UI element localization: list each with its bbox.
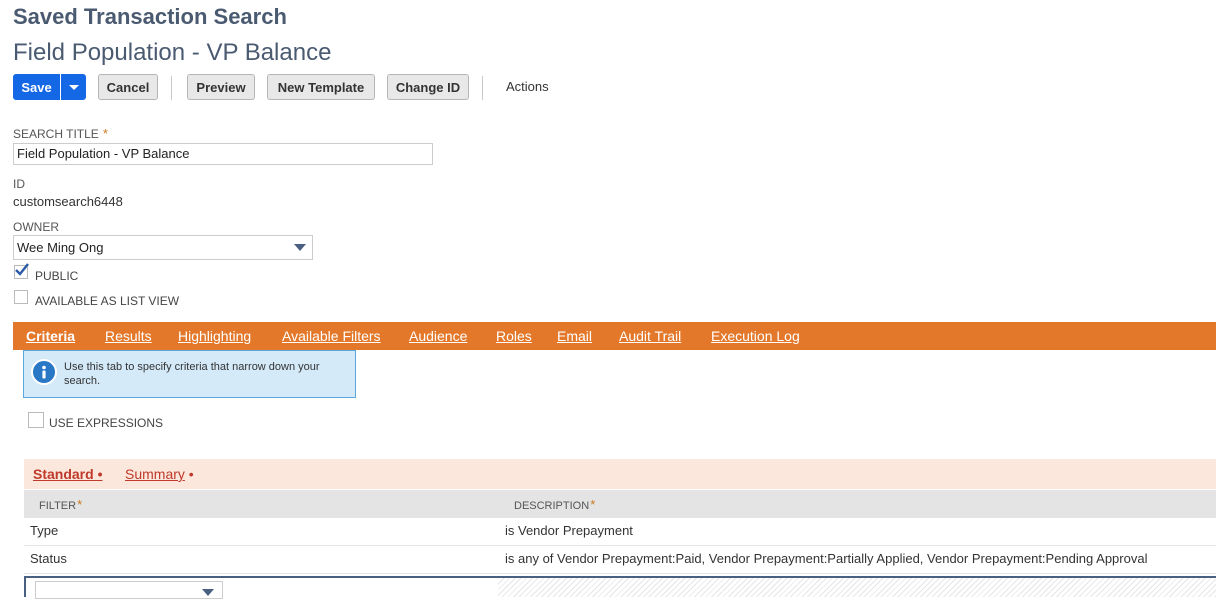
subtab-summary-bullet: •	[188, 466, 194, 482]
new-filter-cell	[24, 578, 498, 599]
cancel-button[interactable]: Cancel	[98, 74, 158, 100]
description-header-text: DESCRIPTION	[514, 500, 590, 512]
id-label: ID	[13, 177, 25, 191]
toolbar-divider	[171, 76, 172, 100]
new-criteria-row	[24, 576, 1216, 599]
subtab-summary-label: Summary	[125, 466, 185, 482]
description-cell: is any of Vendor Prepayment:Paid, Vendor…	[505, 551, 1148, 566]
table-row[interactable]: Type is Vendor Prepayment	[24, 518, 1216, 546]
preview-button[interactable]: Preview	[187, 74, 255, 100]
save-button[interactable]: Save	[13, 74, 60, 100]
search-title-label-text: SEARCH TITLE	[13, 127, 99, 141]
tab-available-filters[interactable]: Available Filters	[282, 322, 381, 350]
tab-results[interactable]: Results	[105, 322, 152, 350]
id-value: customsearch6448	[13, 194, 123, 209]
public-checkbox[interactable]	[14, 263, 29, 279]
info-message: Use this tab to specify criteria that na…	[23, 350, 356, 398]
tab-audience[interactable]: Audience	[409, 322, 467, 350]
tab-roles[interactable]: Roles	[496, 322, 532, 350]
table-row[interactable]: Status is any of Vendor Prepayment:Paid,…	[24, 546, 1216, 574]
tab-bar: Criteria Results Highlighting Available …	[13, 322, 1216, 350]
checkmark-icon	[15, 263, 29, 276]
owner-label: OWNER	[13, 220, 59, 234]
info-icon	[31, 359, 57, 385]
subtab-standard[interactable]: Standard •	[33, 459, 102, 489]
subtab-summary[interactable]: Summary •	[125, 459, 194, 489]
use-expressions-checkbox[interactable]	[28, 412, 44, 428]
chevron-down-icon	[202, 589, 214, 596]
tab-criteria[interactable]: Criteria	[26, 322, 75, 350]
search-title-input[interactable]: Field Population - VP Balance	[13, 143, 433, 165]
record-title: Field Population - VP Balance	[13, 39, 332, 66]
required-asterisk: *	[77, 497, 83, 512]
use-expressions-label: USE EXPRESSIONS	[49, 416, 164, 430]
filter-header-text: FILTER	[39, 500, 77, 512]
list-view-checkbox[interactable]	[14, 290, 28, 304]
subtab-standard-label: Standard	[33, 466, 94, 482]
actions-menu[interactable]: Actions	[506, 74, 549, 100]
info-text: Use this tab to specify criteria that na…	[64, 361, 320, 387]
chevron-down-icon	[69, 85, 79, 90]
info-glyph	[42, 365, 46, 379]
public-label: PUBLIC	[35, 269, 79, 283]
tab-execution-log[interactable]: Execution Log	[711, 322, 800, 350]
criteria-subtabs: Standard • Summary •	[24, 459, 1216, 489]
tab-email[interactable]: Email	[557, 322, 592, 350]
column-header-filter: FILTER*	[39, 490, 82, 518]
required-asterisk: *	[102, 126, 108, 141]
grid-header: FILTER* DESCRIPTION*	[24, 490, 1216, 518]
tab-audit-trail[interactable]: Audit Trail	[619, 322, 681, 350]
toolbar-divider	[482, 76, 483, 100]
filter-cell: Type	[30, 523, 59, 538]
tab-highlighting[interactable]: Highlighting	[178, 322, 251, 350]
new-filter-select[interactable]	[35, 581, 223, 599]
page-title: Saved Transaction Search	[13, 4, 287, 29]
save-dropdown-button[interactable]	[61, 74, 86, 100]
owner-select[interactable]: Wee Ming Ong	[13, 235, 313, 260]
chevron-down-icon	[294, 244, 306, 251]
new-template-button[interactable]: New Template	[267, 74, 375, 100]
required-asterisk: *	[590, 497, 596, 512]
change-id-button[interactable]: Change ID	[387, 74, 469, 100]
list-view-label: AVAILABLE AS LIST VIEW	[35, 294, 180, 308]
column-header-description: DESCRIPTION*	[514, 490, 595, 518]
search-title-label: SEARCH TITLE *	[13, 126, 108, 141]
owner-select-value: Wee Ming Ong	[17, 240, 104, 255]
subtab-standard-bullet: •	[97, 466, 103, 482]
filter-cell: Status	[30, 551, 67, 566]
description-cell: is Vendor Prepayment	[505, 523, 633, 538]
